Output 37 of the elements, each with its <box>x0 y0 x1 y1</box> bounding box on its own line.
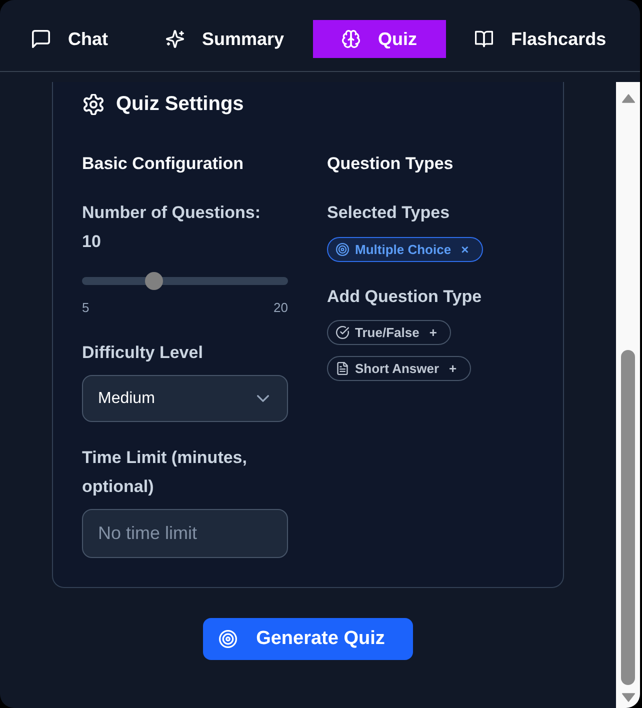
slider-thumb[interactable] <box>144 272 163 290</box>
question-type-chip[interactable]: True/False + <box>327 320 451 345</box>
difficulty-label: Difficulty Level <box>82 342 203 364</box>
question-type-chip[interactable]: Short Answer + <box>327 356 471 381</box>
add-type-label: Add Question Type <box>327 286 482 308</box>
scroll-up-arrow-icon[interactable] <box>622 94 634 103</box>
question-count-slider[interactable] <box>82 272 288 290</box>
section-heading: Question Types <box>327 153 454 175</box>
sparkles-icon <box>166 30 184 48</box>
tab[interactable]: Quiz <box>313 20 446 58</box>
generate-quiz-button[interactable]: Generate Quiz <box>203 618 413 660</box>
slider-min-label: 5 <box>82 300 90 316</box>
document-icon <box>336 362 349 375</box>
card-title: Quiz Settings <box>116 92 244 116</box>
selected-types-label: Selected Types <box>327 202 450 224</box>
tab[interactable]: Summary <box>137 20 314 58</box>
target-icon <box>336 243 349 256</box>
tab[interactable]: Chat <box>3 20 137 58</box>
brain-icon <box>342 30 360 48</box>
open-book-icon <box>475 30 494 48</box>
settings-icon <box>83 94 104 114</box>
scrollbar-thumb[interactable] <box>621 350 635 685</box>
question-type-chip[interactable]: Multiple Choice × <box>327 237 483 262</box>
scroll-down-arrow-icon[interactable] <box>622 693 634 702</box>
question-count-value: 10 <box>82 231 101 253</box>
time-limit-input[interactable]: No time limit <box>82 509 288 558</box>
question-count-label: Number of Questions: <box>82 202 261 224</box>
section-heading: Basic Configuration <box>82 153 244 175</box>
chat-bubble-icon <box>32 30 50 48</box>
chevron-down-icon <box>257 395 269 402</box>
slider-max-label: 20 <box>274 300 288 316</box>
time-limit-label: Time Limit (minutes, optional) <box>82 447 248 498</box>
scrollbar[interactable] <box>616 82 640 708</box>
target-icon <box>219 630 238 648</box>
circle-check-icon <box>336 326 349 339</box>
tab[interactable]: Flashcards <box>446 20 636 58</box>
difficulty-select[interactable]: Medium <box>82 375 288 422</box>
